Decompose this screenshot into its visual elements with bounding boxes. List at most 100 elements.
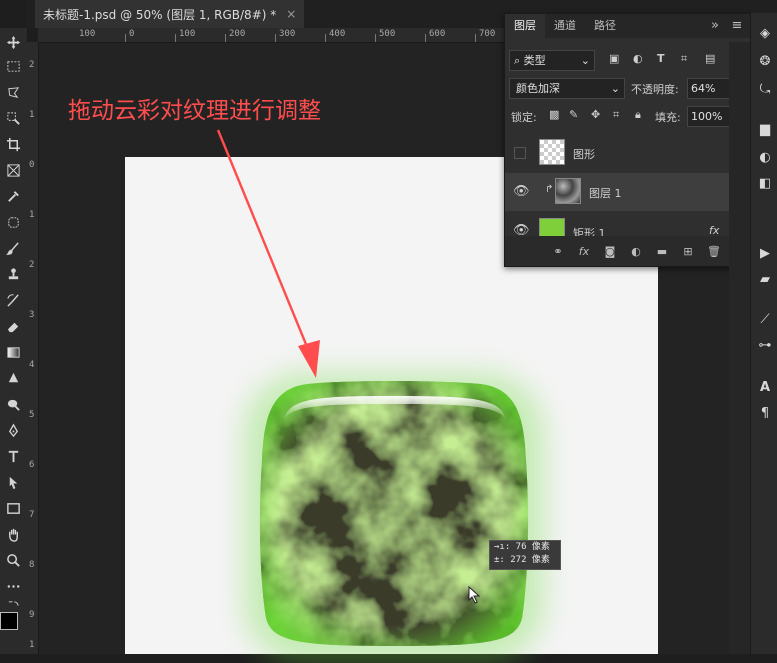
filter-type-icon[interactable]: T [657, 52, 665, 65]
link-layers-icon[interactable]: ⚭ [551, 244, 565, 258]
vertical-scrollbar[interactable] [729, 42, 750, 654]
history-brush-tool-icon[interactable] [0, 288, 27, 312]
eyedropper-tool-icon[interactable] [0, 184, 27, 208]
lock-image-icon[interactable]: ✎ [569, 108, 578, 121]
move-tool-icon[interactable] [0, 30, 27, 54]
visibility-toggle-empty[interactable] [514, 147, 526, 159]
blend-mode-select[interactable]: 颜色加深 ⌄ [509, 78, 625, 99]
add-mask-icon[interactable]: ◙ [603, 244, 617, 258]
panel-tabs: 图层 通道 路径 » ≡ [505, 14, 751, 38]
lock-artboard-icon[interactable]: ⌗ [613, 108, 619, 122]
ruler-label: 8 [29, 560, 35, 570]
panel-menu-icon[interactable]: ≡ [727, 14, 747, 38]
brush-dock-icon[interactable]: ⟋ [757, 311, 773, 327]
frame-tool-icon[interactable] [0, 158, 27, 182]
path-select-tool-icon[interactable] [0, 470, 27, 494]
ruler-label: 100 [179, 29, 196, 39]
filter-shape-icon[interactable]: ⌗ [681, 52, 687, 66]
filter-adjustment-icon[interactable]: ◐ [633, 52, 643, 65]
type-tool-icon[interactable] [0, 444, 27, 468]
measurement-tooltip: →ı: 76 像素 ±: 272 像素 [489, 540, 561, 570]
marquee-tool-icon[interactable] [0, 54, 27, 78]
ruler-label: 2 [29, 60, 35, 70]
layer-filter-select[interactable]: ⌕ 类型 ⌄ [509, 50, 595, 71]
tab-channels[interactable]: 通道 [545, 14, 585, 38]
actions-dock-icon[interactable]: ▶ [757, 245, 773, 261]
brush-settings-dock-icon[interactable]: ⊶ [757, 337, 773, 353]
ruler-label: 200 [229, 29, 246, 39]
comments-dock-icon[interactable]: ▰ [757, 271, 773, 287]
ruler-label: 4 [29, 360, 35, 370]
layer-name: 矩形 1 [573, 227, 606, 236]
lock-position-icon[interactable]: ✥ [591, 108, 600, 121]
ruler-label: 0 [29, 160, 35, 170]
paragraph-dock-icon[interactable]: ¶ [757, 405, 773, 421]
new-layer-icon[interactable]: ⊞ [681, 244, 695, 258]
character-dock-icon[interactable]: A [757, 379, 773, 395]
delete-layer-icon[interactable]: 🗑︎ [707, 244, 721, 258]
properties-dock-icon[interactable]: ◧ [757, 175, 773, 191]
layer-row[interactable]: 👁︎ 矩形 1 fx [505, 212, 739, 236]
jade-pendant-shape[interactable] [258, 380, 530, 648]
hand-tool-icon[interactable] [0, 522, 27, 546]
new-adjustment-layer-icon[interactable]: ◐ [629, 244, 643, 258]
histogram-dock-icon[interactable]: ▆ [757, 121, 773, 137]
paths-dock-icon[interactable]: ⤿ [757, 81, 773, 97]
layer-thumbnail [539, 218, 565, 236]
tutorial-annotation: 拖动云彩对纹理进行调整 [68, 98, 321, 124]
pen-tool-icon[interactable] [0, 418, 27, 442]
ruler-label: 2 [29, 260, 35, 270]
blur-tool-icon[interactable] [0, 366, 27, 390]
ruler-label: 7 [29, 510, 35, 520]
add-layer-style-icon[interactable]: fx [577, 244, 591, 258]
tab-paths[interactable]: 路径 [585, 14, 625, 38]
filter-smart-object-icon[interactable]: ▤ [705, 52, 715, 65]
adjustments-dock-icon[interactable]: ◐ [757, 149, 773, 165]
brush-tool-icon[interactable] [0, 236, 27, 260]
ruler-label: 5 [29, 410, 35, 420]
collapse-panel-icon[interactable]: » [705, 14, 725, 38]
eye-icon[interactable]: 👁︎ [513, 184, 530, 199]
fill-label: 填充: [655, 111, 681, 124]
crop-tool-icon[interactable] [0, 132, 27, 156]
ruler-label: 500 [379, 29, 396, 39]
foreground-color-swatch[interactable] [0, 612, 18, 630]
ruler-label: 0 [129, 29, 135, 39]
lasso-tool-icon[interactable] [0, 80, 27, 104]
healing-brush-tool-icon[interactable] [0, 210, 27, 234]
zoom-tool-icon[interactable] [0, 548, 27, 572]
eraser-tool-icon[interactable] [0, 314, 27, 338]
right-dock: ◈ ❂ ⤿ ▆ ◐ ◧ ▶ ▰ ⟋ ⊶ A ¶ [750, 13, 777, 654]
color-dock-icon[interactable]: ❂ [757, 53, 773, 69]
opacity-value: 64% [691, 82, 716, 95]
annotation-arrow-icon [216, 129, 320, 378]
layer-thumbnail [555, 178, 581, 204]
quick-select-tool-icon[interactable] [0, 106, 27, 130]
dodge-tool-icon[interactable] [0, 392, 27, 416]
ruler-label: 400 [329, 29, 346, 39]
ruler-label: 600 [429, 29, 446, 39]
ruler-label: 700 [479, 29, 496, 39]
eye-icon[interactable]: 👁︎ [513, 223, 530, 236]
tooltip-y: ±: 272 像素 [494, 555, 550, 565]
mouse-cursor-icon [468, 586, 481, 604]
fill-value: 100% [691, 110, 723, 123]
tab-layers[interactable]: 图层 [505, 14, 545, 38]
layer-row[interactable]: 图形 [505, 134, 739, 172]
ruler-label: 6 [29, 460, 35, 470]
lock-all-icon[interactable]: 🔒︎ [635, 108, 641, 122]
layer-thumbnail [539, 139, 565, 165]
layers-dock-icon[interactable]: ◈ [757, 25, 773, 41]
stamp-tool-icon[interactable] [0, 262, 27, 286]
vertical-ruler: 2 1 0 1 2 3 4 5 6 7 8 9 1 [27, 42, 39, 654]
gradient-tool-icon[interactable] [0, 340, 27, 364]
lock-transparent-icon[interactable]: ▩ [549, 108, 559, 121]
document-tab[interactable]: 未标题-1.psd @ 50% (图层 1, RGB/8#) * × [35, 0, 305, 28]
close-tab-icon[interactable]: × [286, 7, 296, 21]
filter-kind-label: 类型 [523, 54, 546, 67]
layer-row-selected[interactable]: 👁︎ ↱ 图层 1 [505, 173, 739, 211]
new-group-icon[interactable]: ▬ [655, 244, 669, 258]
filter-pixel-icon[interactable]: ▣ [609, 52, 619, 65]
chevron-down-icon: ⌄ [580, 54, 590, 67]
rectangle-tool-icon[interactable] [0, 496, 27, 520]
